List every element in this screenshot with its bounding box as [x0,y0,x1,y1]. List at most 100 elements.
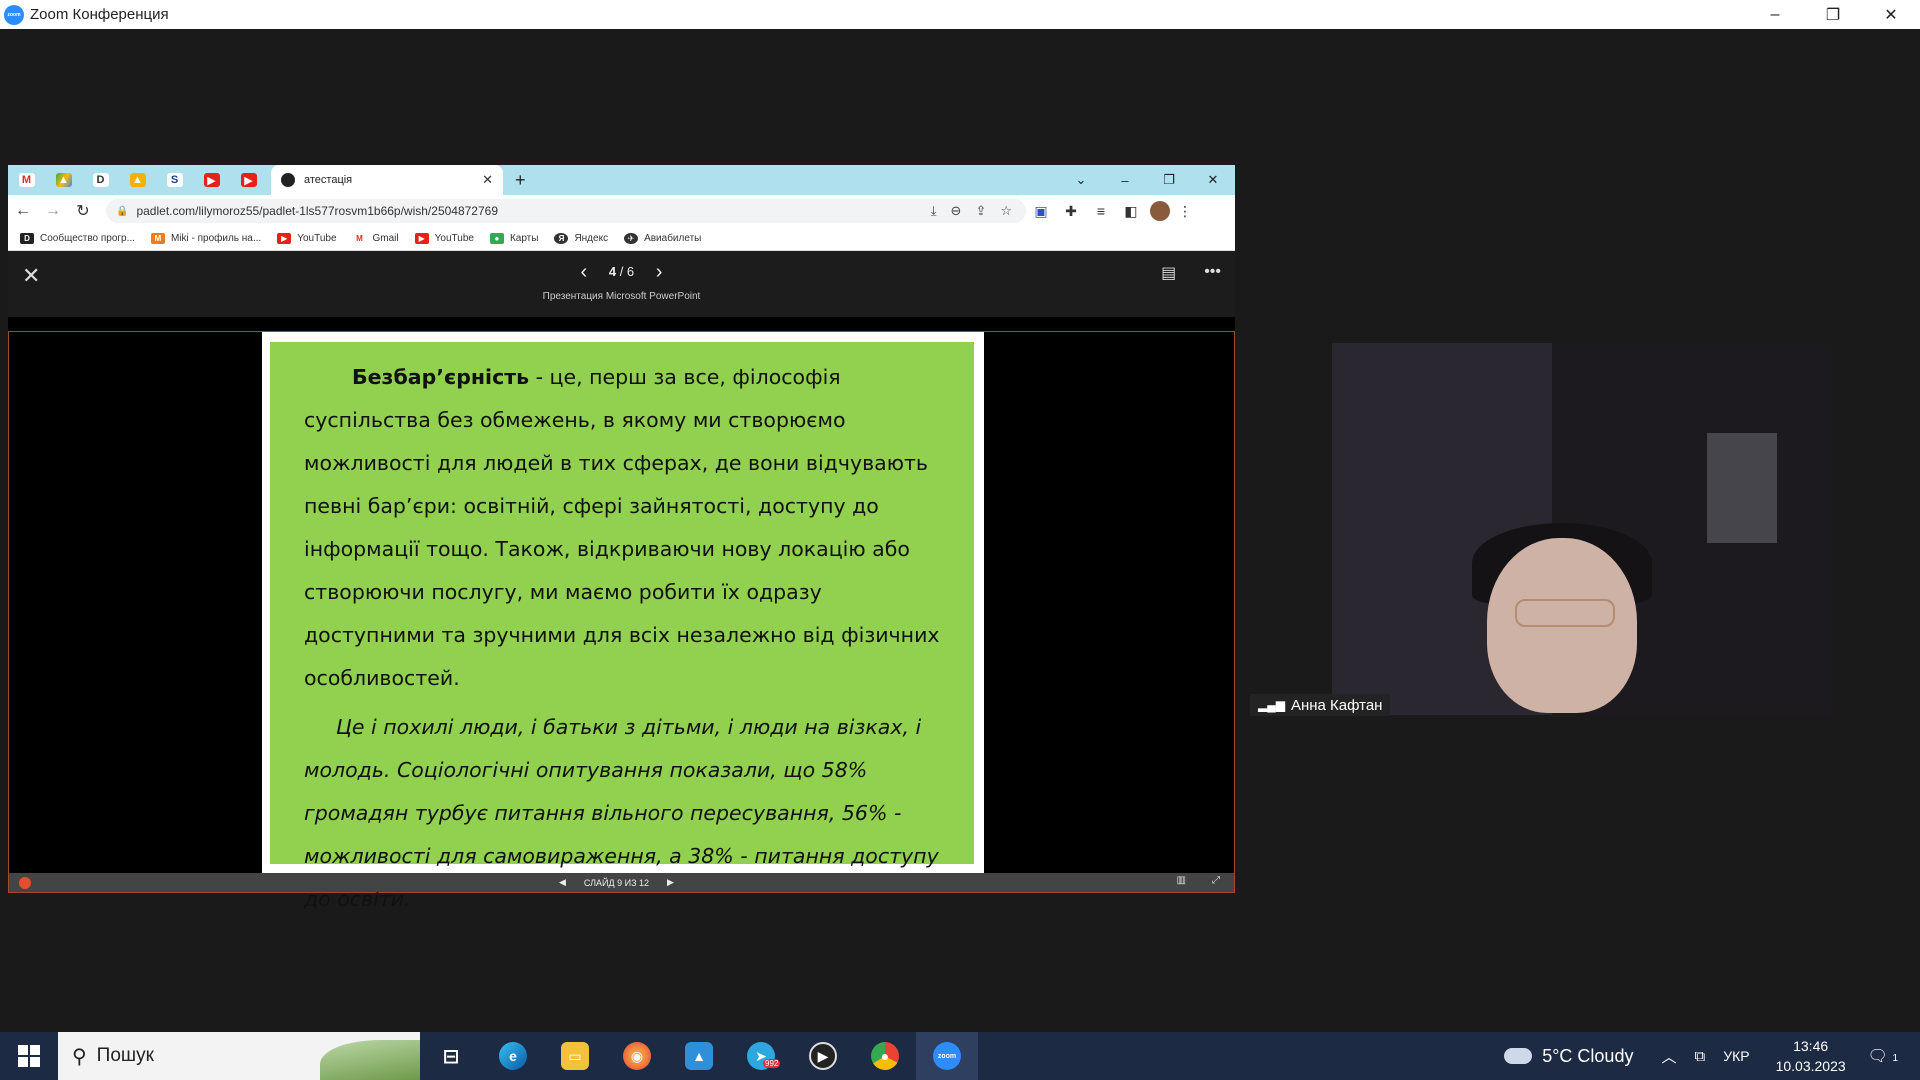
weather-widget[interactable]: 5°C Cloudy [1504,1046,1633,1067]
explorer-app[interactable]: ▭ [544,1032,606,1080]
youtube-icon: ▶ [203,173,220,187]
media-player-app[interactable]: ▶ [792,1032,854,1080]
previous-slide-icon[interactable]: ◀ [559,877,566,888]
details-icon[interactable]: ▤ [1161,263,1176,283]
signal-icon: ▂▄▆ [1258,698,1285,712]
bookmark-item[interactable]: Я Яндекс [554,233,608,244]
browser-close-button[interactable]: ✕ [1191,165,1235,195]
tab-youtube-2[interactable]: ▶ [230,165,267,195]
bookmark-item[interactable]: ▶ YouTube [414,233,474,244]
bookmark-item[interactable]: ✈ Авиабилеты [624,233,701,244]
notifications-button[interactable]: 🗨 1 [1868,1046,1898,1066]
shared-screen: M ▲ D ▲ S ▶ ▶ атестація ✕ + ⌄ – ❐ ✕ ← → … [8,165,1235,911]
participant-name-tag: ▂▄▆ Анна Кафтан [1250,694,1391,716]
padlet-viewer-header: ✕ ‹ 4 / 6 › Презентация Microsoft PowerP… [8,251,1235,317]
chrome-app[interactable]: ● [854,1032,916,1080]
new-tab-button[interactable]: + [515,170,526,191]
reload-icon[interactable]: ↻ [68,201,98,221]
puzzle-icon[interactable]: ✚ [1056,203,1086,220]
tab-d[interactable]: D [82,165,119,195]
slide-counter: СЛАЙД 9 ИЗ 12 [583,877,650,888]
active-tab[interactable]: атестація ✕ [271,165,503,195]
edge-app[interactable]: e [482,1032,544,1080]
task-view-button[interactable]: ⊟ [420,1032,482,1080]
browser-tab-strip: M ▲ D ▲ S ▶ ▶ атестація ✕ + ⌄ – ❐ ✕ [8,165,1235,195]
next-slide-icon[interactable]: ▶ [667,877,674,888]
tab-drive[interactable]: ▲ [45,165,82,195]
taskbar-search[interactable]: ⚲ Пошук [58,1032,420,1080]
firefox-app[interactable]: ◉ [606,1032,668,1080]
search-placeholder: Пошук [96,1045,154,1066]
close-button[interactable]: ✕ [1862,0,1920,29]
notification-count: 1 [1892,1053,1898,1064]
tab-youtube-1[interactable]: ▶ [193,165,230,195]
search-highlight-image [320,1040,420,1080]
restore-button[interactable]: ❐ [1804,0,1862,29]
bookmark-item[interactable]: ▶ YouTube [277,233,337,244]
tab-search-icon[interactable]: ⌄ [1059,165,1103,195]
telegram-app[interactable]: ➤ 992 [730,1032,792,1080]
tab-alert[interactable]: ▲ [119,165,156,195]
view-icon[interactable]: ▥ [1177,875,1186,886]
bookmark-item[interactable]: M Gmail [352,233,399,244]
zoom-app[interactable]: zoom [916,1032,978,1080]
address-bar[interactable]: 🔒 padlet.com/lilymoroz55/padlet-1ls577ro… [106,199,1026,223]
maps-icon: ● [489,233,504,244]
powerpoint-icon [19,876,31,889]
ppt-status-bar: ◀ СЛАЙД 9 ИЗ 12 ▶ ▥ ⤢ [9,873,1234,892]
menu-icon[interactable]: ⋮ [1170,203,1200,220]
windows-icon [18,1045,40,1067]
extension-icon[interactable]: ▣ [1026,203,1056,220]
install-icon[interactable]: ⤓ [931,203,937,219]
fullscreen-icon[interactable]: ⤢ [1212,875,1220,886]
windows-taskbar: ⚲ Пошук ⊟ e ▭ ◉ ▲ ➤ 992 ▶ ● zoom 5°C Clo… [0,1032,1920,1080]
task-view-icon: ⊟ [442,1045,460,1068]
attachment-title: Презентация Microsoft PowerPoint [542,291,701,302]
back-icon[interactable]: ← [8,202,38,220]
forward-icon[interactable]: → [38,202,68,220]
media-icon[interactable]: ≡ [1086,203,1116,219]
youtube-icon: ▶ [414,233,429,244]
close-tab-icon[interactable]: ✕ [482,172,493,188]
telegram-badge: 992 [763,1059,781,1068]
more-options-icon[interactable]: ••• [1204,263,1221,283]
date: 10.03.2023 [1775,1058,1846,1074]
participant-video [1332,343,1833,715]
language-indicator[interactable]: УКР [1723,1048,1749,1064]
cloud-icon [1504,1048,1533,1064]
tab-s[interactable]: S [156,165,193,195]
next-post-icon[interactable]: › [656,261,663,283]
bookmark-item[interactable]: M Miki - профиль на... [150,233,261,244]
slide-content: Безбар’єрність - це, перш за все, філосо… [270,342,974,911]
aviatickets-icon: ✈ [624,233,639,244]
d-icon: D [92,173,109,187]
post-pager: ‹ 4 / 6 › [580,261,663,283]
bookmark-star-icon[interactable]: ☆ [1000,203,1012,219]
browser-minimize-button[interactable]: – [1103,165,1147,195]
chevron-up-icon[interactable]: ︿ [1661,1046,1676,1067]
notification-icon: 🗨 [1867,1048,1888,1065]
s-icon: S [166,173,183,187]
previous-post-icon[interactable]: ‹ [581,261,588,283]
search-icon: ⚲ [72,1045,87,1068]
share-icon[interactable]: ⇪ [975,203,986,219]
minimize-button[interactable]: – [1746,0,1804,29]
start-button[interactable] [0,1032,58,1080]
tab-gmail[interactable]: M [8,165,45,195]
bookmark-item[interactable]: ● Карты [489,233,538,244]
play-icon: ▶ [809,1042,837,1070]
sidepanel-icon[interactable]: ◧ [1116,203,1146,220]
zoom-icon: zoom [933,1042,961,1070]
photos-app[interactable]: ▲ [668,1032,730,1080]
dou-icon: D [20,233,34,244]
profile-avatar[interactable] [1150,201,1170,221]
zoom-out-icon[interactable]: ⊖ [951,203,962,219]
camera-icon[interactable]: ⧉ [1694,1048,1705,1065]
browser-restore-button[interactable]: ❐ [1147,165,1191,195]
url-text: padlet.com/lilymoroz55/padlet-1ls577rosv… [136,204,499,218]
slide: Безбар’єрність - це, перш за все, філосо… [262,332,984,911]
total-posts: 6 [626,263,635,279]
clock[interactable]: 13:46 10.03.2023 [1776,1036,1846,1076]
bookmark-item[interactable]: D Сообщество прогр... [20,233,135,244]
chrome-icon: ● [871,1042,899,1070]
